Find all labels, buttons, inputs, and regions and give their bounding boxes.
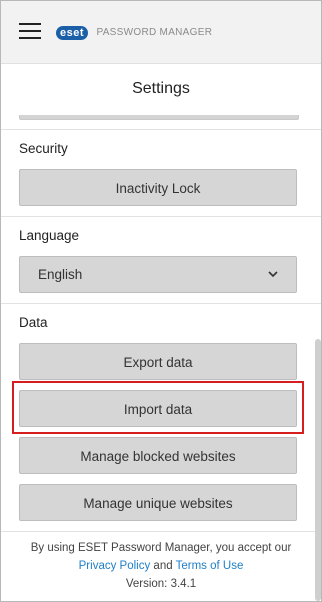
previous-button-edge bbox=[19, 115, 299, 120]
terms-of-use-link[interactable]: Terms of Use bbox=[176, 560, 244, 572]
footer-links-line: Privacy Policy and Terms of Use bbox=[1, 557, 321, 575]
manage-unique-websites-button[interactable]: Manage unique websites bbox=[19, 484, 297, 521]
version-text: Version: 3.4.1 bbox=[125, 578, 197, 590]
chevron-down-icon bbox=[268, 271, 278, 278]
privacy-policy-link[interactable]: Privacy Policy bbox=[79, 560, 151, 572]
logo-brand: eset bbox=[56, 25, 89, 40]
section-label-security: Security bbox=[19, 141, 68, 156]
footer-and: and bbox=[153, 560, 173, 572]
manage-blocked-websites-button[interactable]: Manage blocked websites bbox=[19, 437, 297, 474]
page-title: Settings bbox=[132, 80, 190, 97]
language-select[interactable]: English bbox=[19, 256, 297, 293]
logo-product-name: PASSWORD MANAGER bbox=[96, 27, 213, 39]
eset-logo: eset PASSWORD MANAGER bbox=[56, 24, 212, 40]
divider bbox=[1, 129, 321, 130]
footer: By using ESET Password Manager, you acce… bbox=[1, 532, 321, 601]
inactivity-lock-button[interactable]: Inactivity Lock bbox=[19, 169, 297, 206]
highlight-box bbox=[12, 381, 304, 434]
scrollbar[interactable] bbox=[315, 339, 321, 601]
divider bbox=[1, 216, 321, 217]
app-window: eset PASSWORD MANAGER Settings Security … bbox=[0, 0, 322, 602]
hamburger-menu-icon[interactable] bbox=[19, 21, 43, 41]
top-bar: eset PASSWORD MANAGER bbox=[1, 1, 321, 64]
footer-text: By using ESET Password Manager, you acce… bbox=[30, 542, 292, 554]
section-label-data: Data bbox=[19, 315, 48, 330]
export-data-button[interactable]: Export data bbox=[19, 343, 297, 380]
divider bbox=[1, 303, 321, 304]
language-selected-value: English bbox=[38, 267, 83, 282]
section-label-language: Language bbox=[19, 228, 80, 243]
